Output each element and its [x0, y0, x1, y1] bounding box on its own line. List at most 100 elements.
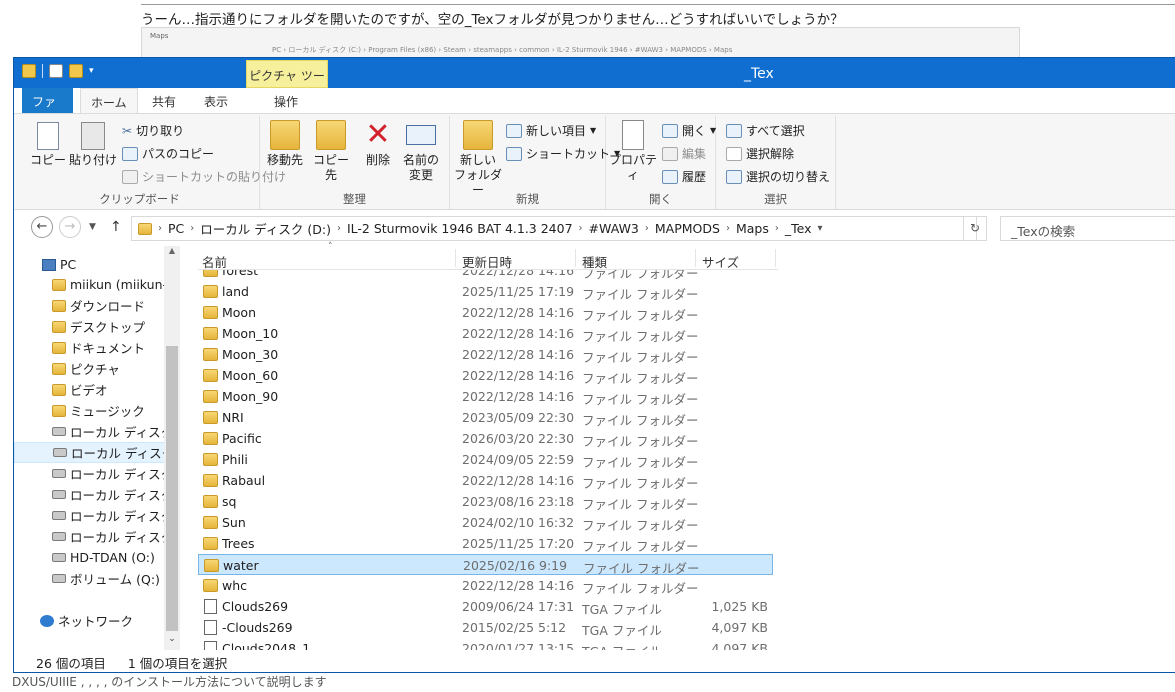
new-folder-icon[interactable] — [69, 64, 83, 78]
file-type: TGA ファイル — [582, 641, 662, 650]
file-row[interactable]: water 2025/02/16 9:19 ファイル フォルダー — [198, 554, 773, 576]
sidebar-item[interactable]: ピクチャ — [14, 358, 166, 379]
file-row[interactable]: Phili 2024/09/05 22:59 ファイル フォルダー — [198, 449, 773, 470]
edit-button[interactable]: 編集 — [662, 145, 706, 162]
sidebar-item[interactable]: miikun (miikun- — [14, 274, 166, 295]
column-divider[interactable] — [695, 249, 696, 267]
file-row[interactable]: Clouds269 2009/06/24 17:31 TGA ファイル 1,025 K… — [198, 596, 773, 617]
column-size[interactable]: サイズ — [702, 252, 739, 271]
column-divider[interactable] — [575, 249, 576, 267]
new-item-button[interactable]: 新しい項目 ▼ — [506, 122, 596, 139]
refresh-button[interactable]: ↻ — [963, 216, 987, 241]
sidebar-item[interactable]: HD-TDAN (O:) — [14, 547, 166, 568]
search-input[interactable]: _Texの検索 — [1000, 216, 1175, 241]
up-button[interactable]: ↑ — [110, 219, 122, 235]
sidebar-item[interactable]: ミュージック — [14, 400, 166, 421]
file-row[interactable]: forest 2022/12/28 14:16 ファイル フォルダー — [198, 270, 773, 281]
copy-to-button[interactable]: コピー先 — [308, 120, 354, 183]
paste-button[interactable]: 貼り付け — [68, 122, 118, 168]
file-row[interactable]: Clouds2048_1 2020/01/27 13:15 TGA ファイル 4,09… — [198, 638, 773, 650]
column-divider[interactable] — [775, 249, 776, 267]
quick-access-toolbar: ▾ — [22, 64, 94, 78]
sidebar-item[interactable]: ローカル ディスク (D — [14, 442, 166, 463]
copy-path-button[interactable]: パスのコピー — [122, 145, 214, 162]
nav-scroll-thumb[interactable] — [166, 346, 178, 631]
sidebar-item[interactable]: ローカル ディスク (F — [14, 484, 166, 505]
properties-icon[interactable] — [49, 64, 63, 78]
file-row[interactable]: Moon_10 2022/12/28 14:16 ファイル フォルダー — [198, 323, 773, 344]
file-row[interactable]: Sun 2024/02/10 16:32 ファイル フォルダー — [198, 512, 773, 533]
delete-button[interactable]: ✕ 削除 — [358, 120, 398, 168]
file-row[interactable]: Trees 2025/11/25 17:20 ファイル フォルダー — [198, 533, 773, 554]
file-row[interactable]: Moon_60 2022/12/28 14:16 ファイル フォルダー — [198, 365, 773, 386]
tab-view[interactable]: 表示 — [194, 88, 238, 113]
sidebar-item[interactable]: ローカル ディスク (E — [14, 463, 166, 484]
easy-access-button[interactable]: ショートカット ▼ — [506, 145, 620, 162]
sidebar-item[interactable]: PC — [14, 254, 166, 275]
file-row[interactable]: Moon 2022/12/28 14:16 ファイル フォルダー — [198, 302, 773, 323]
drive-icon — [52, 427, 66, 436]
column-name[interactable]: 名前 — [202, 252, 227, 271]
sidebar-item-label: PC — [60, 257, 77, 272]
breadcrumb-pc[interactable]: PC — [162, 221, 190, 236]
tab-share[interactable]: 共有 — [142, 88, 186, 113]
sidebar-item[interactable]: ローカル ディスク (C — [14, 421, 166, 442]
column-type[interactable]: 種類 — [582, 252, 607, 271]
breadcrumb-maps[interactable]: Maps — [730, 221, 775, 236]
new-folder-button[interactable]: 新しい フォルダー — [454, 120, 502, 198]
file-row[interactable]: land 2025/11/25 17:19 ファイル フォルダー — [198, 281, 773, 302]
sidebar-item[interactable]: ローカル ディスク (G — [14, 505, 166, 526]
select-all-button[interactable]: すべて選択 — [726, 122, 805, 139]
scroll-down-icon[interactable]: ⌄ — [164, 634, 180, 644]
tab-home[interactable]: ホーム — [80, 88, 138, 114]
file-row[interactable]: whc 2022/12/28 14:16 ファイル フォルダー — [198, 575, 773, 596]
tab-manage[interactable]: 操作 — [264, 88, 308, 113]
folder-icon — [203, 327, 218, 340]
sidebar-item[interactable]: ダウンロード — [14, 295, 166, 316]
forward-button[interactable]: → — [59, 216, 81, 238]
move-to-button[interactable]: 移動先 — [262, 120, 308, 168]
history-button[interactable]: 履歴 — [662, 168, 706, 185]
chevron-down-icon[interactable]: ▾ — [89, 66, 94, 76]
title-bar[interactable]: ▾ ピクチャ ツール _Tex — [14, 58, 1175, 100]
recent-locations-button[interactable]: ▼ — [89, 222, 96, 232]
file-row[interactable]: -Clouds269 2015/02/25 5:12 TGA ファイル 4,097 K… — [198, 617, 773, 638]
sidebar-item[interactable]: ドキュメント — [14, 337, 166, 358]
sidebar-item-label: ネットワーク — [58, 614, 134, 629]
rename-button[interactable]: 名前の 変更 — [398, 120, 444, 183]
scroll-up-icon[interactable]: ▲ — [164, 246, 180, 255]
column-date[interactable]: 更新日時 — [462, 252, 512, 271]
breadcrumb-waw3[interactable]: #WAW3 — [583, 221, 645, 236]
cut-button[interactable]: ✂ 切り取り — [122, 122, 184, 139]
breadcrumb-mapmods[interactable]: MAPMODS — [649, 221, 726, 236]
chevron-down-icon[interactable]: ▾ — [818, 223, 823, 234]
select-none-button[interactable]: 選択解除 — [726, 145, 794, 162]
tab-file[interactable]: ファイル — [22, 88, 73, 126]
breadcrumb-drive-d[interactable]: ローカル ディスク (D:) — [194, 219, 337, 238]
sidebar-item[interactable]: ローカル ディスク (H — [14, 526, 166, 547]
file-row[interactable]: NRI 2023/05/09 22:30 ファイル フォルダー — [198, 407, 773, 428]
nav-scrollbar[interactable]: ▲ ⌄ — [164, 246, 180, 650]
sidebar-item[interactable]: ビデオ — [14, 379, 166, 400]
sidebar-item[interactable]: ボリューム (Q:) — [14, 568, 166, 589]
breadcrumb-il2[interactable]: IL-2 Sturmovik 1946 BAT 4.1.3 2407 — [341, 221, 579, 236]
file-row[interactable]: sq 2023/08/16 23:18 ファイル フォルダー — [198, 491, 773, 512]
properties-button[interactable]: プロパティ — [608, 120, 658, 183]
folder-icon[interactable] — [22, 64, 36, 78]
sidebar-item[interactable]: デスクトップ — [14, 316, 166, 337]
file-row[interactable]: Rabaul 2022/12/28 14:16 ファイル フォルダー — [198, 470, 773, 491]
sidebar-item[interactable]: ネットワーク — [14, 610, 166, 631]
invert-selection-button[interactable]: 選択の切り替え — [726, 168, 830, 185]
sidebar-item-label: ダウンロード — [70, 299, 146, 314]
file-row[interactable]: Moon_30 2022/12/28 14:16 ファイル フォルダー — [198, 344, 773, 365]
address-path[interactable]: › PC › ローカル ディスク (D:) › IL-2 Sturmovik 1… — [131, 216, 977, 241]
copy-path-icon — [122, 146, 138, 161]
open-button[interactable]: 開く ▼ — [662, 122, 716, 139]
column-divider[interactable] — [455, 249, 456, 267]
breadcrumb-tex[interactable]: _Tex — [779, 221, 818, 236]
file-row[interactable]: Moon_90 2022/12/28 14:16 ファイル フォルダー — [198, 386, 773, 407]
paste-icon — [81, 122, 105, 150]
file-row[interactable]: Pacific 2026/03/20 22:30 ファイル フォルダー — [198, 428, 773, 449]
copy-button[interactable]: コピー — [28, 122, 68, 168]
back-button[interactable]: ← — [31, 216, 53, 238]
